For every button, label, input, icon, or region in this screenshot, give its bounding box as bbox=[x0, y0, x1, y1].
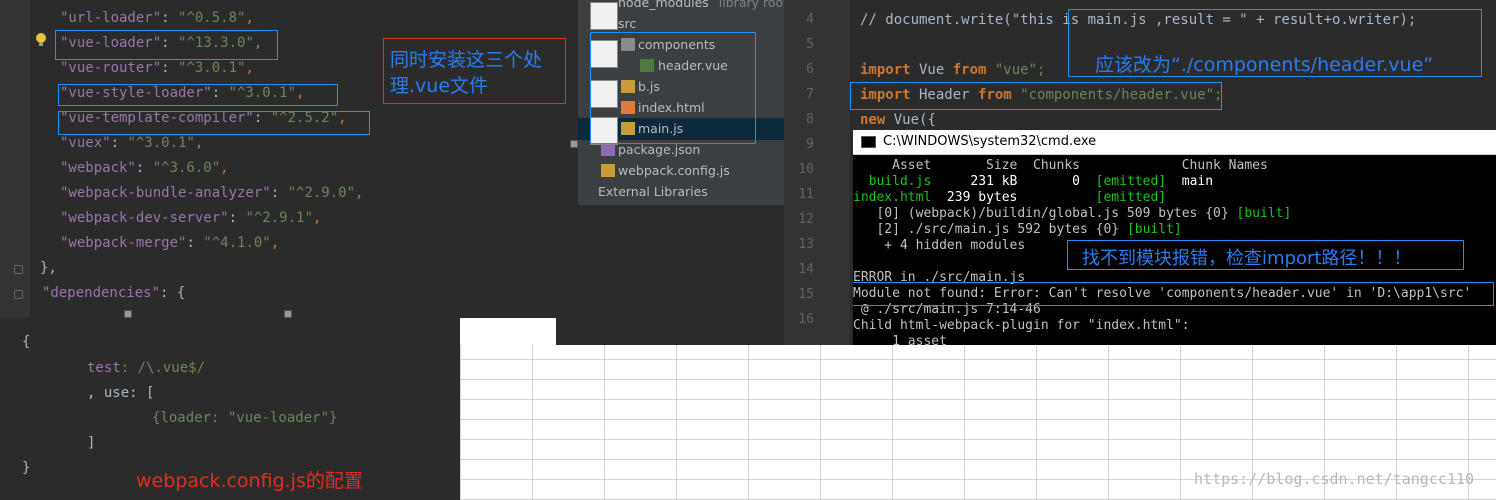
webpack-config-panel: { test: /\.vue$/ , use: [ {loader: "vue-… bbox=[0, 318, 460, 500]
annotation-webpack-config: webpack.config.js的配置 bbox=[136, 470, 363, 492]
package-entry: "webpack-dev-server": "^2.9.1", bbox=[60, 210, 322, 226]
highlight-box-import-header bbox=[850, 82, 1222, 110]
code-open-brace: { bbox=[22, 334, 31, 350]
editor-gutter-strip bbox=[556, 205, 784, 345]
lightbulb-icon[interactable] bbox=[34, 32, 48, 48]
js-file-icon bbox=[601, 164, 615, 177]
code-use-line: , use: [ bbox=[87, 385, 155, 401]
fold-marker-icon[interactable] bbox=[14, 265, 23, 274]
line-number: 14 bbox=[798, 262, 814, 277]
code-line-new-vue: new Vue({ bbox=[860, 112, 936, 128]
dependencies-line: "dependencies": { bbox=[42, 285, 186, 301]
resize-handle[interactable] bbox=[284, 310, 292, 318]
tree-item-package-json[interactable]: package.json bbox=[618, 142, 700, 157]
highlight-box-components bbox=[590, 32, 756, 144]
cmd-titlebar[interactable]: C:\WINDOWS\system32\cmd.exe bbox=[853, 130, 1496, 155]
cmd-row-build-js: build.js 231 kB 0 [emitted] main bbox=[853, 174, 1214, 189]
tree-item-src[interactable]: src bbox=[618, 16, 636, 31]
annotation-module-not-found: 找不到模块报错，检查import路径！！！ bbox=[1067, 240, 1464, 270]
layers-icon[interactable] bbox=[590, 2, 618, 30]
cmd-window: C:\WINDOWS\system32\cmd.exe Asset Size C… bbox=[853, 130, 1496, 345]
tree-item-node-modules[interactable]: node_modules library root bbox=[618, 0, 784, 10]
package-entry: "webpack-bundle-analyzer": "^2.9.0", bbox=[60, 185, 364, 201]
line-number: 7 bbox=[806, 87, 814, 102]
cmd-child-line: Child html-webpack-plugin for "index.htm… bbox=[853, 318, 1190, 333]
line-number: 6 bbox=[806, 62, 814, 77]
cmd-row-global: [0] (webpack)/buildin/global.js 509 byte… bbox=[853, 206, 1292, 221]
line-number: 15 bbox=[798, 287, 814, 302]
cmd-icon bbox=[861, 136, 876, 148]
tree-item-webpack-config[interactable]: webpack.config.js bbox=[618, 163, 730, 178]
line-number: 5 bbox=[806, 37, 814, 52]
resize-handle[interactable] bbox=[124, 310, 132, 318]
line-number: 9 bbox=[806, 137, 814, 152]
annotation-install-three: 同时安装这三个处理.vue文件 bbox=[383, 38, 566, 104]
cmd-header-row: Asset Size Chunks Chunk Names bbox=[853, 158, 1268, 173]
cmd-asset-line: 1 asset bbox=[853, 334, 947, 345]
highlight-box-vue-loader bbox=[55, 30, 278, 60]
code-close-brace: } bbox=[22, 460, 31, 476]
cmd-row-main: [2] ./src/main.js 592 bytes {0} [built] bbox=[853, 222, 1182, 237]
line-number: 10 bbox=[798, 162, 814, 177]
cmd-row-hidden: + 4 hidden modules bbox=[853, 238, 1026, 253]
code-line-import-vue: import Vue from "vue"; bbox=[860, 62, 1046, 78]
cmd-row-index-html: index.html 239 bytes [emitted] bbox=[853, 190, 1167, 205]
highlight-box-error bbox=[853, 282, 1494, 306]
watermark: https://blog.csdn.net/tangcc110 bbox=[1194, 470, 1474, 488]
highlight-box-vue-template-compiler bbox=[58, 111, 370, 135]
line-number: 13 bbox=[798, 237, 814, 252]
package-entry: "webpack": "^3.6.0", bbox=[60, 160, 229, 176]
package-entry: "webpack-merge": "^4.1.0", bbox=[60, 235, 280, 251]
cmd-title: C:\WINDOWS\system32\cmd.exe bbox=[883, 134, 1097, 149]
line-number: 12 bbox=[798, 212, 814, 227]
close-brace: }, bbox=[40, 260, 57, 276]
package-entry: "vuex": "^3.0.1", bbox=[60, 135, 204, 151]
line-number: 16 bbox=[798, 312, 814, 327]
annotation-fix-path: 应该改为“./components/header.vue” bbox=[1068, 9, 1482, 77]
fold-marker-icon[interactable] bbox=[14, 290, 23, 299]
line-number: 4 bbox=[806, 12, 814, 27]
package-entry: "vue-router": "^3.0.1", bbox=[60, 60, 254, 76]
highlight-box-vue-style-loader bbox=[58, 84, 338, 106]
project-tree-panel: node_modules library root src components… bbox=[578, 0, 784, 205]
line-number: 11 bbox=[798, 187, 814, 202]
tree-item-external-libraries[interactable]: External Libraries bbox=[598, 184, 708, 199]
package-entry: "url-loader": "^0.5.8", bbox=[60, 10, 254, 26]
line-number: 8 bbox=[806, 112, 814, 127]
code-loader-line: {loader: "vue-loader"} bbox=[152, 410, 338, 426]
code-test-line: test: /\.vue$/ bbox=[87, 360, 206, 376]
resize-handle[interactable] bbox=[570, 140, 578, 148]
package-json-panel: "url-loader": "^0.5.8", "vue-loader": "^1… bbox=[0, 0, 578, 318]
code-close-bracket: ] bbox=[87, 435, 96, 451]
